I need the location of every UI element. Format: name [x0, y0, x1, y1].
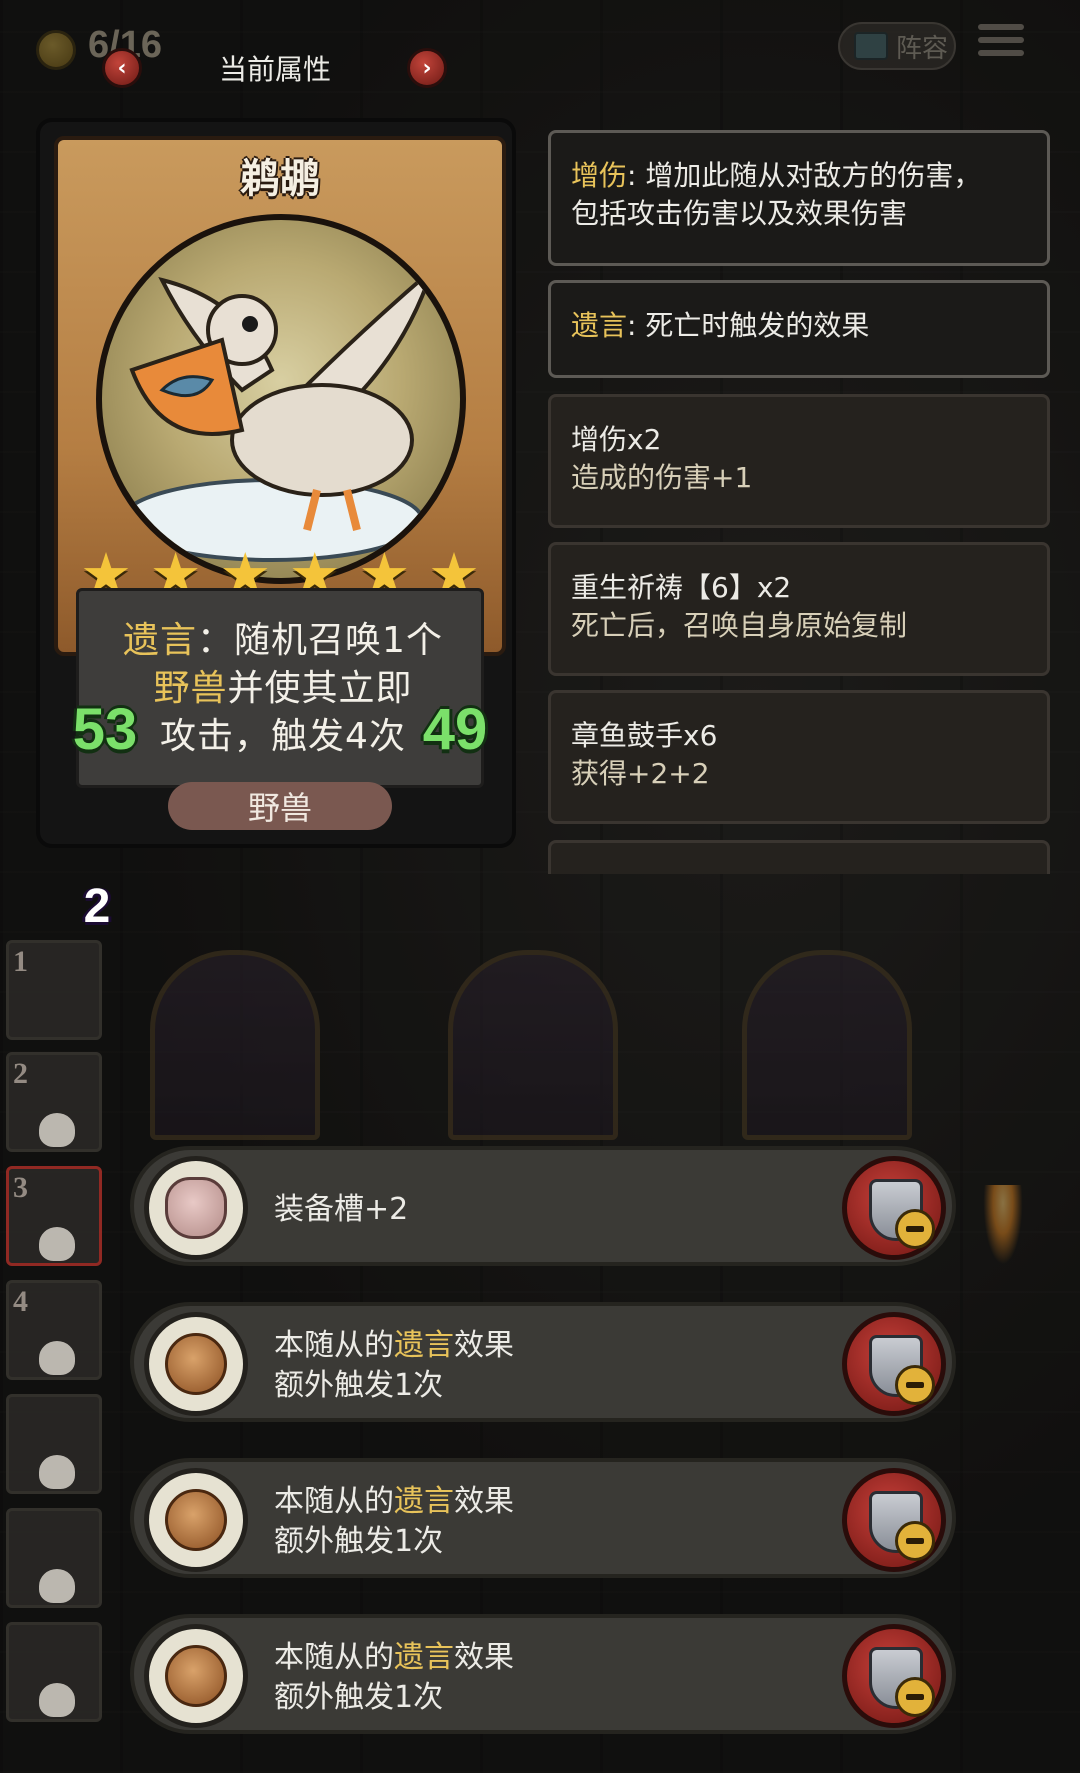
- relic-coin-icon: [144, 1468, 248, 1572]
- buff-panel: [548, 840, 1050, 874]
- skull-icon: [39, 1569, 75, 1603]
- equipment-row[interactable]: 本随从的遗言效果 额外触发1次: [130, 1302, 956, 1422]
- prev-minion-button[interactable]: ‹: [102, 48, 142, 88]
- minus-icon: [895, 1209, 935, 1249]
- buff-title: 重生祈祷【6】x2: [571, 571, 792, 604]
- slot-item[interactable]: 2: [6, 1052, 102, 1152]
- buff-title: 章鱼鼓手x6: [571, 719, 718, 752]
- equipment-description: 本随从的遗言效果 额外触发1次: [274, 1484, 514, 1559]
- equipment-description: 本随从的遗言效果 额外触发1次: [274, 1328, 514, 1403]
- equipment-row[interactable]: 本随从的遗言效果 额外触发1次: [130, 1614, 956, 1734]
- gold-coin-icon: [36, 30, 76, 70]
- buff-effect: 造成的伤害+1: [571, 461, 753, 494]
- description-line: 遗言：随机召唤1个: [123, 620, 443, 661]
- skull-icon: [39, 1683, 75, 1717]
- minus-icon: [895, 1677, 935, 1717]
- skull-icon: [39, 1113, 75, 1147]
- keyword-deathrattle: 遗言: [571, 309, 628, 342]
- slot-item[interactable]: [6, 1394, 102, 1494]
- slot-number: 4: [13, 1285, 28, 1318]
- keyword-panel: 增伤: 增加此随从对敌方的伤害， 包括攻击伤害以及效果伤害: [548, 130, 1050, 266]
- buff-effect: 死亡后，召唤自身原始复制: [571, 609, 908, 642]
- buff-panel: 章鱼鼓手x6 获得+2+2: [548, 690, 1050, 824]
- menu-icon: [978, 24, 1024, 30]
- minus-icon: [895, 1365, 935, 1405]
- tribe-tag: 野兽: [168, 782, 392, 830]
- slot-item[interactable]: 4: [6, 1280, 102, 1380]
- skull-icon: [39, 1455, 75, 1489]
- relic-coin-icon: [144, 1624, 248, 1728]
- attribute-panels[interactable]: 增伤: 增加此随从对敌方的伤害， 包括攻击伤害以及效果伤害 遗言: 死亡时触发的…: [548, 130, 1050, 874]
- remove-equipment-button[interactable]: [842, 1156, 946, 1260]
- attack-stat: 53: [50, 674, 160, 784]
- buff-panel: 重生祈祷【6】x2 死亡后，召唤自身原始复制: [548, 542, 1050, 676]
- minion-name: 鹈鹕: [240, 156, 320, 202]
- keyword-panel: 遗言: 死亡时触发的效果: [548, 280, 1050, 378]
- equipment-description: 本随从的遗言效果 额外触发1次: [274, 1640, 514, 1715]
- health-stat: 49: [400, 674, 510, 784]
- slot-item[interactable]: [6, 1622, 102, 1722]
- slot-item[interactable]: 1: [6, 940, 102, 1040]
- minion-slot-list[interactable]: 1 2 3 4: [0, 940, 120, 1770]
- book-icon: [854, 32, 888, 60]
- keyword-beast: 野兽: [153, 668, 228, 709]
- remove-equipment-button[interactable]: [842, 1468, 946, 1572]
- pelican-portrait: [96, 214, 466, 584]
- keyword-deathrattle: 遗言: [123, 620, 198, 661]
- equipment-row[interactable]: 装备槽+2: [130, 1146, 956, 1266]
- relic-coin-icon: [144, 1312, 248, 1416]
- slot-number: 1: [13, 945, 28, 978]
- keyword-deathrattle: 遗言: [394, 1640, 454, 1675]
- keyword-damage-boost: 增伤: [571, 159, 628, 192]
- minion-card: 鹈鹕 ★ ★ ★ ★ ★ ★ 遗言：随机召唤1个 野兽并使其立即 攻击，触发4次…: [36, 118, 516, 848]
- slot-item[interactable]: [6, 1508, 102, 1608]
- buff-panel: 增伤x2 造成的伤害+1: [548, 394, 1050, 528]
- skull-icon: [39, 1227, 75, 1261]
- slot-item[interactable]: 3: [6, 1166, 102, 1266]
- remove-equipment-button[interactable]: [842, 1624, 946, 1728]
- lineup-button[interactable]: 阵容: [838, 22, 956, 70]
- pelican-illustration: [120, 263, 437, 562]
- pig-icon: [144, 1156, 248, 1260]
- keyword-deathrattle: 遗言: [394, 1484, 454, 1519]
- lineup-label: 阵容: [896, 33, 949, 64]
- top-bar: 6/16 ‹ 当前属性 › 阵容: [0, 0, 1080, 88]
- menu-button[interactable]: [978, 24, 1024, 64]
- attribute-title: 当前属性: [218, 53, 331, 86]
- skull-icon: [39, 1341, 75, 1375]
- next-minion-button[interactable]: ›: [407, 48, 447, 88]
- keyword-deathrattle: 遗言: [394, 1328, 454, 1363]
- slot-number: 2: [13, 1057, 28, 1090]
- minus-icon: [895, 1521, 935, 1561]
- equipment-description: 装备槽+2: [274, 1192, 409, 1227]
- level-badge: 2: [50, 862, 144, 950]
- buff-title: 增伤x2: [571, 423, 662, 456]
- buff-effect: 获得+2+2: [571, 757, 710, 790]
- slot-number: 3: [13, 1171, 28, 1204]
- remove-equipment-button[interactable]: [842, 1312, 946, 1416]
- equipment-row[interactable]: 本随从的遗言效果 额外触发1次: [130, 1458, 956, 1578]
